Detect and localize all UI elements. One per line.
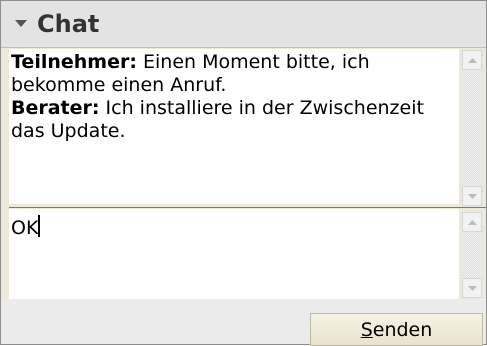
chat-header[interactable]: Chat [1,1,486,48]
chat-log: Teilnehmer: Einen Moment bitte, ich beko… [9,49,459,204]
text-caret [38,215,41,237]
message-input-value: OK [11,217,39,239]
chat-message: Berater: Ich installiere in der Zwischen… [11,97,459,143]
collapse-triangle-icon[interactable] [13,16,29,32]
scroll-up-arrow-icon[interactable] [462,50,482,70]
send-button-accesskey: S [360,318,373,341]
divider [9,207,486,208]
scroll-down-arrow-icon[interactable] [462,186,482,206]
scroll-down-arrow-icon[interactable] [462,278,482,298]
chat-panel: Chat Teilnehmer: Einen Moment bitte, ich… [0,0,487,346]
send-button-label: enden [372,318,433,341]
chat-log-scrollbar[interactable] [461,49,483,207]
scroll-up-arrow-icon[interactable] [462,212,482,232]
message-author: Teilnehmer: [11,51,137,73]
chat-message: Teilnehmer: Einen Moment bitte, ich beko… [11,51,459,97]
message-author: Berater: [11,97,100,119]
message-input[interactable]: OK [9,209,459,299]
chat-title: Chat [37,10,100,38]
input-scrollbar[interactable] [461,211,483,299]
send-button[interactable]: Senden [310,313,483,346]
